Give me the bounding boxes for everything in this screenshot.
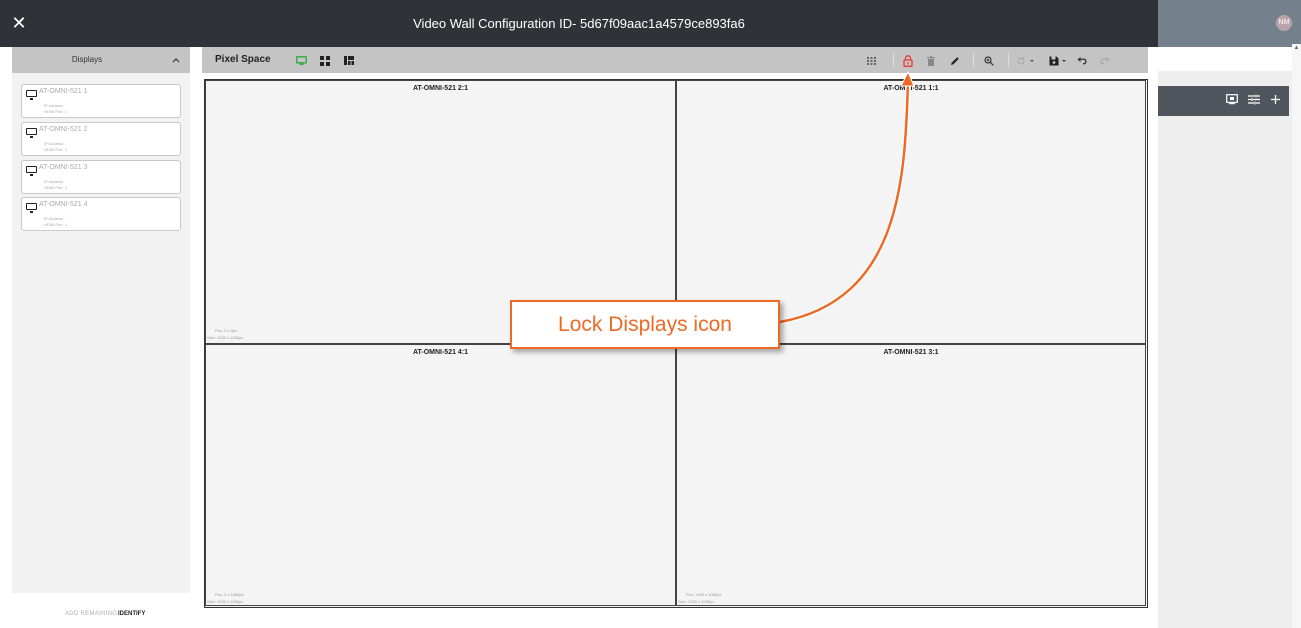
- snap-grid-icon[interactable]: [864, 47, 878, 73]
- monitor-icon: [26, 128, 37, 138]
- hdmi-port-label: HDMI Port 1: [44, 185, 68, 190]
- monitor-icon: [26, 90, 37, 100]
- display-tile-label: AT-OMNI-521 4:1: [412, 349, 469, 356]
- displays-panel-title: Displays: [71, 55, 103, 64]
- ip-address-label: IP Address: [44, 216, 64, 221]
- grid-view-icon[interactable]: [318, 47, 332, 73]
- lock-icon[interactable]: [900, 47, 916, 73]
- toolbar-divider: [893, 53, 894, 67]
- add-remaining-button[interactable]: ADD REMAINING: [65, 611, 117, 617]
- display-tile-label: AT-OMNI-521 1:1: [883, 85, 939, 92]
- display-tile[interactable]: AT-OMNI-521 4:1 Pos: 0 x 1080px Size: 19…: [205, 344, 676, 606]
- tile-position-text: Pos: 0 x 1080px: [215, 592, 244, 597]
- display-card[interactable]: AT-OMNI-521 4 IP Address HDMI Port 1: [21, 197, 181, 231]
- tune-icon[interactable]: [1248, 86, 1260, 116]
- tile-position-text: Pos: 0 x 0px: [215, 328, 238, 333]
- zoom-icon[interactable]: [982, 47, 996, 73]
- add-icon[interactable]: [1270, 86, 1281, 116]
- toolbar-divider: [973, 53, 974, 67]
- display-tile[interactable]: AT-OMNI-521 3:1 Pos: 1920 x 1080px Size:…: [676, 344, 1146, 606]
- delete-icon[interactable]: [924, 47, 938, 73]
- screen-icon[interactable]: [1226, 86, 1238, 116]
- redo-icon[interactable]: [1097, 47, 1111, 73]
- hdmi-port-label: HDMI Port 1: [44, 109, 68, 114]
- displays-list: AT-OMNI-521 1 IP Address HDMI Port 1 AT-…: [12, 73, 190, 593]
- monitor-icon: [26, 166, 37, 176]
- chevron-up-icon[interactable]: [168, 47, 184, 73]
- undo-icon[interactable]: [1075, 47, 1089, 73]
- pixel-space-toolbar: Pixel Space: [202, 47, 1148, 73]
- ip-address-label: IP Address: [44, 103, 64, 108]
- monitor-icon: [26, 203, 37, 213]
- hdmi-port-label: HDMI Port 1: [44, 222, 68, 227]
- display-card[interactable]: AT-OMNI-521 1 IP Address HDMI Port 1: [21, 84, 181, 118]
- tile-size-text: Size: 1920 x 1080px: [207, 599, 244, 604]
- annotation-callout: Lock Displays icon: [510, 300, 780, 349]
- edit-pencil-icon[interactable]: [948, 47, 962, 73]
- display-name: AT-OMNI-521 1: [39, 88, 88, 95]
- display-tile-label: AT-OMNI-521 3:1: [883, 349, 939, 356]
- avatar[interactable]: NM: [1276, 15, 1292, 31]
- pixel-space-title: Pixel Space: [215, 54, 271, 65]
- display-name: AT-OMNI-521 4: [39, 201, 88, 208]
- display-card[interactable]: AT-OMNI-521 3 IP Address HDMI Port 1: [21, 160, 181, 194]
- tile-size-text: Size: 1920 x 1080px: [207, 335, 244, 340]
- hdmi-port-label: HDMI Port 1: [44, 147, 68, 152]
- close-icon[interactable]: ✕: [8, 12, 30, 34]
- dialog-title: Video Wall Configuration ID- 5d67f09aac1…: [413, 16, 745, 31]
- display-name: AT-OMNI-521 2: [39, 126, 88, 133]
- display-card[interactable]: AT-OMNI-521 2 IP Address HDMI Port 1: [21, 122, 181, 156]
- save-dropdown-icon[interactable]: [1048, 47, 1070, 73]
- display-name: AT-OMNI-521 3: [39, 164, 88, 171]
- sync-dropdown-icon[interactable]: [1015, 47, 1039, 73]
- background-app-toolbar-icons: [1205, 86, 1289, 116]
- display-tile-label: AT-OMNI-521 2:1: [412, 85, 469, 92]
- monitor-view-icon[interactable]: [294, 47, 308, 73]
- ip-address-label: IP Address: [44, 141, 64, 146]
- scrollbar[interactable]: [1292, 44, 1301, 628]
- tile-position-text: Pos: 1920 x 1080px: [686, 592, 722, 597]
- tile-size-text: Size: 1920 x 1080px: [678, 599, 715, 604]
- identify-button[interactable]: IDENTIFY: [118, 611, 145, 617]
- background-app-strip: [1158, 47, 1301, 71]
- layout-view-icon[interactable]: [342, 47, 356, 73]
- toolbar-divider: [1008, 53, 1009, 67]
- scroll-up-arrow-icon[interactable]: ▲: [1293, 45, 1300, 51]
- ip-address-label: IP Address: [44, 179, 64, 184]
- displays-panel-header: Displays: [12, 47, 190, 73]
